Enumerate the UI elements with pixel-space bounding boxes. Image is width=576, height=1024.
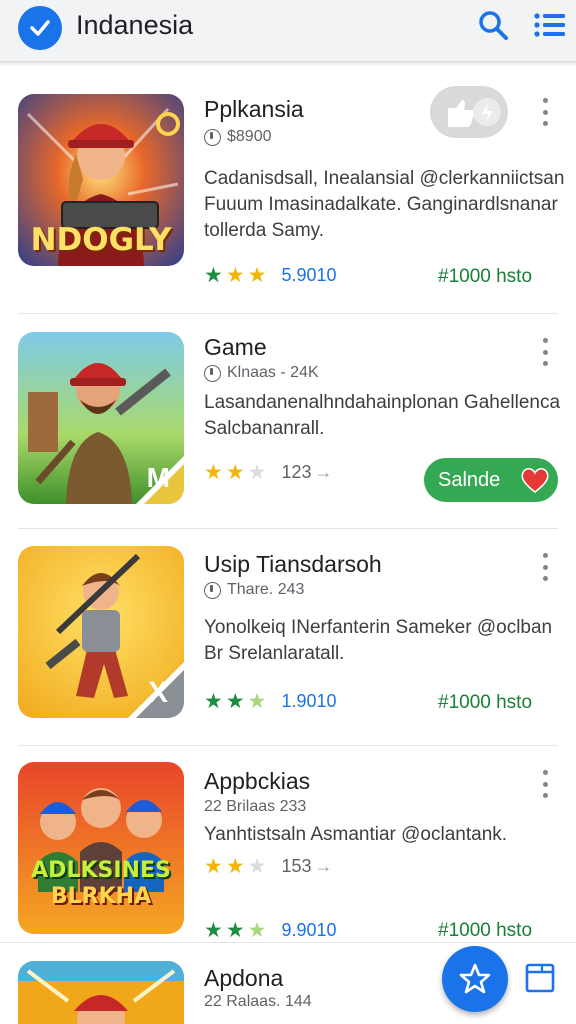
star-empty-icon: ★: [247, 461, 267, 484]
app-meta-text: 22 Ralaas. 144: [204, 993, 312, 1010]
price-label: #1000 hsto: [438, 920, 533, 941]
star-filled-icon: ★: [225, 461, 245, 484]
rating-row: ★ ★ ★ 153 →: [204, 856, 333, 877]
rating-value: 5.9010: [281, 265, 337, 285]
app-meta: 22 Brilaas 233: [204, 798, 306, 816]
rating-value: 9.9010: [281, 920, 337, 940]
app-meta: 22 Ralaas. 144: [204, 993, 312, 1011]
rating-row: ★ ★ ★ 5.9010: [204, 265, 337, 286]
app-title[interactable]: Game: [204, 334, 267, 361]
price-label: #1000 hsto: [438, 266, 533, 287]
app-thumbnail[interactable]: X: [18, 546, 184, 718]
app-title[interactable]: Apdona: [204, 965, 283, 992]
install-button[interactable]: Salnde: [424, 458, 558, 502]
price-label: #1000 hsto: [438, 692, 533, 713]
app-description: Cadanisdsall, Inealansial @clerkanniicts…: [204, 168, 565, 241]
overflow-menu-icon[interactable]: [538, 98, 552, 126]
app-list-item[interactable]: X Usip Tiansdarsoh Thare. 243 Yonolkeiq …: [0, 529, 576, 745]
app-meta: Klnaas - 24K: [204, 364, 319, 382]
star-filled-icon: ★: [204, 461, 223, 484]
app-thumbnail[interactable]: NDOGLY: [18, 94, 184, 266]
star-filled-icon: ★: [204, 855, 223, 878]
app-thumbnail[interactable]: M: [18, 332, 184, 504]
info-icon: [204, 581, 221, 599]
app-list-item[interactable]: ADLKSINES BLRKHA Appbckias 22 Brilaas 23…: [0, 746, 576, 942]
star-empty-icon: ★: [247, 855, 267, 878]
star-filled-icon: ★: [204, 264, 223, 287]
thumbnail-badge: M: [146, 462, 170, 493]
app-description: Lasandanenalhndahainplonan Gahellenca Sa…: [204, 392, 561, 439]
install-button-label: Salnde: [438, 468, 501, 491]
star-filled-icon: ★: [225, 264, 245, 287]
rating-value: 1.9010: [281, 691, 337, 711]
close-icon[interactable]: X: [148, 676, 168, 710]
star-filled-icon: ★: [225, 690, 245, 713]
rating-value: 153: [281, 856, 312, 876]
app-title[interactable]: Appbckias: [204, 768, 310, 795]
app-thumbnail[interactable]: [18, 961, 184, 1024]
app-meta-text: Thare. 243: [227, 581, 305, 598]
app-title[interactable]: Pplkansia: [204, 96, 304, 123]
thumbnail-caption: BLRKHA: [50, 884, 152, 909]
app-meta-text: 22 Brilaas 233: [204, 798, 307, 815]
rating-row: ★ ★ ★ 123 →: [204, 462, 333, 483]
info-icon: [204, 128, 221, 146]
favorite-toggle[interactable]: [430, 86, 508, 138]
info-icon: [204, 364, 221, 382]
rating-row-secondary: ★ ★ ★ 9.9010: [204, 920, 337, 941]
app-list-item[interactable]: NDOGLY Pplkansia $8900 Cadanisdsall, Ine…: [0, 0, 576, 312]
rating-row: ★ ★ ★ 1.9010: [204, 691, 337, 712]
app-meta: Thare. 243: [204, 581, 304, 599]
star-filled-icon: ★: [204, 919, 223, 942]
app-thumbnail[interactable]: ADLKSINES BLRKHA: [18, 762, 184, 934]
star-filled-icon: ★: [225, 855, 245, 878]
star-half-icon: ★: [247, 919, 267, 942]
thumbnail-caption: ADLKSINES: [31, 858, 171, 883]
star-filled-icon: ★: [225, 919, 245, 942]
thumbnail-caption: NDOGLY: [30, 222, 172, 258]
star-filled-icon: ★: [204, 690, 223, 713]
app-list-item[interactable]: M Game Klnaas - 24K Lasandanenalhndahain…: [0, 314, 576, 528]
window-icon[interactable]: [524, 962, 556, 994]
star-filled-icon: ★: [247, 264, 267, 287]
app-meta-text: $8900: [227, 128, 272, 145]
overflow-menu-icon[interactable]: [538, 338, 552, 366]
chevron-right-icon[interactable]: →: [315, 856, 333, 877]
app-meta: $8900: [204, 128, 272, 146]
chevron-right-icon[interactable]: →: [315, 462, 333, 483]
overflow-menu-icon[interactable]: [538, 553, 552, 581]
app-description: Yanhtistsaln Asmantiar @oclantank.: [204, 824, 508, 845]
star-half-icon: ★: [247, 690, 267, 713]
app-description: Yonolkeiq INerfanterin Sameker @oclban B…: [204, 617, 553, 664]
heart-bubble-icon: [518, 466, 552, 494]
overflow-menu-icon[interactable]: [538, 770, 552, 798]
rating-value: 123: [281, 462, 312, 482]
app-title[interactable]: Usip Tiansdarsoh: [204, 551, 382, 578]
app-meta-text: Klnaas - 24K: [227, 364, 319, 381]
star-outline-icon[interactable]: [442, 946, 508, 1012]
